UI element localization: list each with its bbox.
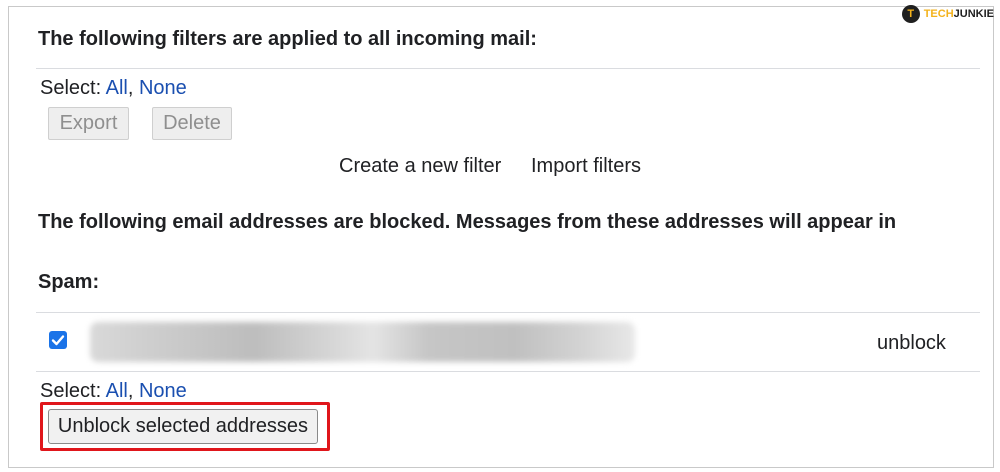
blocked-divider-bottom [36, 371, 980, 372]
watermark-brand-part1: TECH [923, 8, 954, 20]
unblock-link[interactable]: unblock [877, 332, 946, 355]
blocked-divider-top [36, 312, 980, 313]
select-all-link[interactable]: All [106, 77, 128, 99]
select-none-link[interactable]: None [139, 380, 187, 402]
select-label: Select: [40, 380, 102, 402]
blocked-address-checkbox[interactable] [49, 331, 67, 349]
techjunkie-logo-icon: T [901, 5, 920, 23]
create-filter-link[interactable]: Create a new filter [339, 155, 501, 178]
blurred-email-address [90, 322, 635, 362]
select-none-link[interactable]: None [139, 77, 187, 99]
export-button[interactable]: Export [48, 107, 129, 140]
blocked-select-row: Select: All, None [40, 380, 187, 402]
select-all-link[interactable]: All [106, 380, 128, 402]
unblock-selected-button[interactable]: Unblock selected addresses [48, 409, 318, 444]
watermark-brand-part2: JUNKIE [953, 8, 994, 20]
blocked-heading: The following email addresses are blocke… [38, 211, 897, 233]
filters-divider [36, 68, 980, 69]
techjunkie-watermark: T TECH JUNKIE [901, 4, 994, 24]
delete-button[interactable]: Delete [152, 107, 232, 140]
import-filters-link[interactable]: Import filters [531, 155, 641, 178]
select-label: Select: [40, 77, 102, 99]
checkmark-icon [51, 335, 65, 346]
filters-select-row: Select: All, None [40, 77, 187, 99]
blocked-heading-spam: Spam: [38, 271, 100, 293]
filters-heading: The following filters are applied to all… [38, 28, 537, 50]
